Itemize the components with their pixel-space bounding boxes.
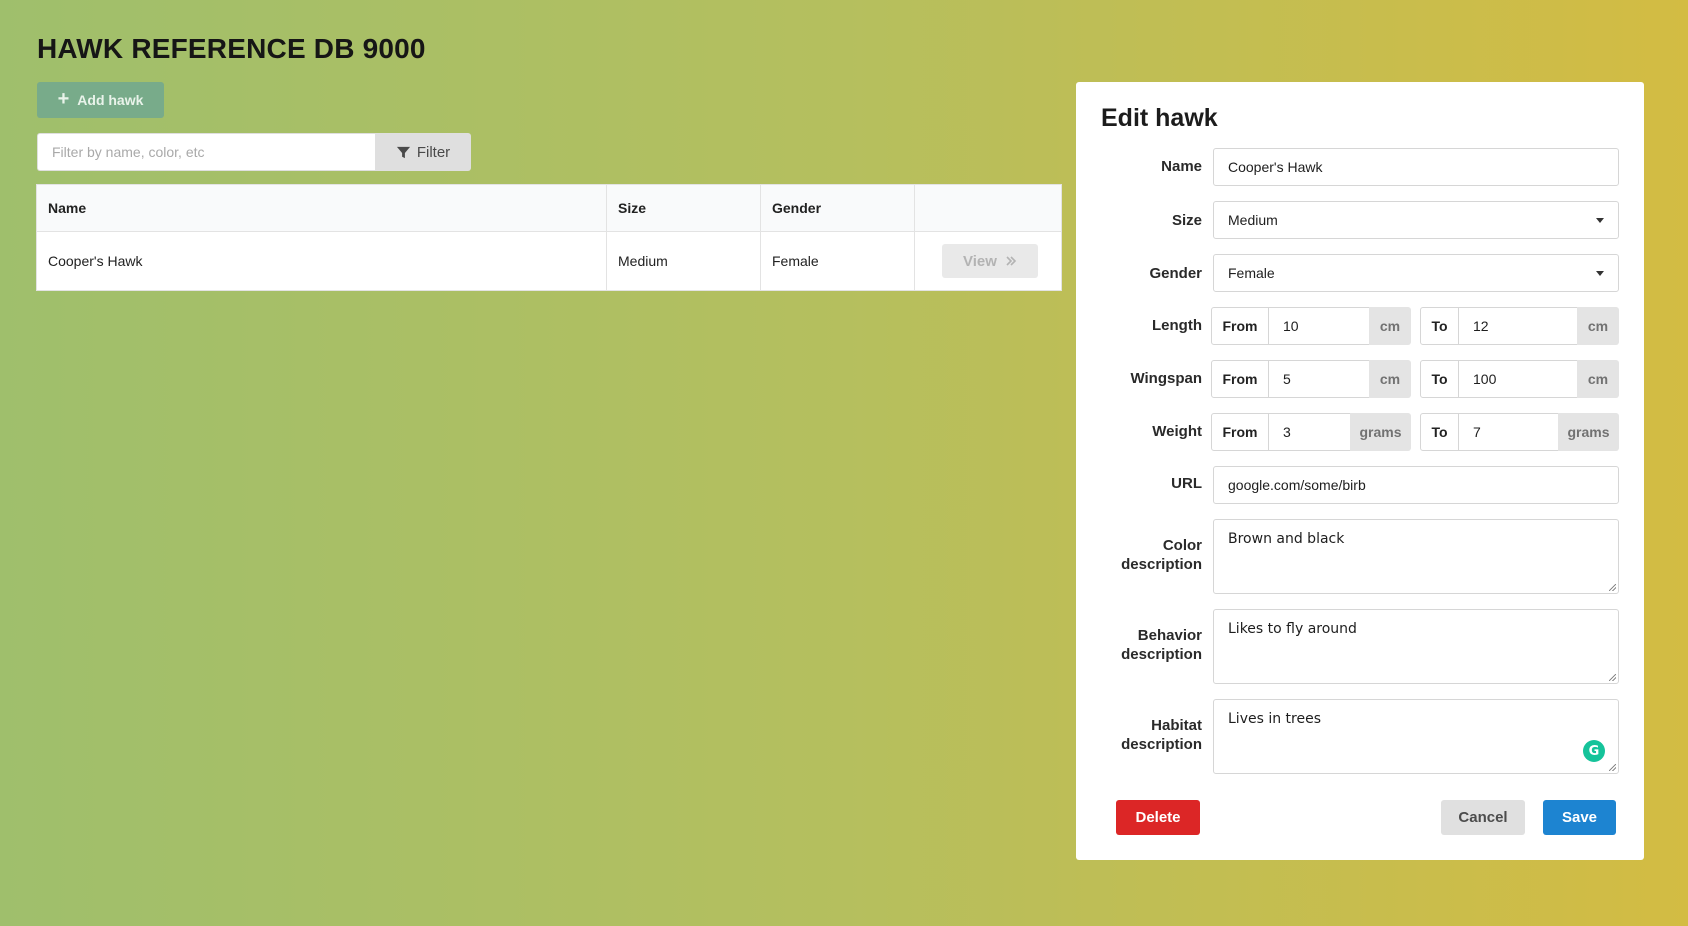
wingspan-from-input[interactable]: 5 <box>1269 360 1369 398</box>
wingspan-from-label: From <box>1211 360 1269 398</box>
view-button[interactable]: View <box>942 244 1038 278</box>
funnel-icon <box>396 146 410 158</box>
column-header-name: Name <box>37 185 607 232</box>
length-to-group: To 12 cm <box>1420 307 1619 345</box>
habitat-label-line2: description <box>1121 736 1202 753</box>
column-header-actions <box>914 185 1061 232</box>
behavior-description-textarea[interactable]: Likes to fly around <box>1213 609 1619 684</box>
plus-icon: + <box>57 88 70 110</box>
add-hawk-button[interactable]: + Add hawk <box>37 82 164 118</box>
weight-to-group: To 7 grams <box>1420 413 1619 451</box>
behavior-description-label: Behavior description <box>1121 626 1202 664</box>
name-input[interactable]: Cooper's Hawk <box>1213 148 1619 186</box>
page-title: HAWK REFERENCE DB 9000 <box>37 33 426 64</box>
weight-from-input[interactable]: 3 <box>1269 413 1350 451</box>
color-description-label: Color description <box>1121 536 1202 574</box>
weight-from-unit: grams <box>1350 413 1411 451</box>
double-chevron-right-icon <box>1006 256 1017 266</box>
filter-button-label: Filter <box>416 143 451 161</box>
size-select[interactable]: Medium <box>1213 201 1619 239</box>
cell-gender: Female <box>760 231 915 290</box>
resize-handle-icon[interactable] <box>1609 764 1616 771</box>
behavior-description-value: Likes to fly around <box>1228 621 1357 637</box>
url-label: URL <box>1171 475 1202 492</box>
color-description-value: Brown and black <box>1228 531 1345 547</box>
color-description-textarea[interactable]: Brown and black <box>1213 519 1619 594</box>
filter-bar: Filter <box>37 133 471 171</box>
filter-input[interactable] <box>37 133 375 171</box>
length-to-label: To <box>1420 307 1459 345</box>
wingspan-label: Wingspan <box>1130 370 1202 387</box>
hawk-table: Name Size Gender Cooper's Hawk Medium Fe… <box>37 185 1061 290</box>
length-from-unit: cm <box>1369 307 1411 345</box>
wingspan-from-unit: cm <box>1369 360 1411 398</box>
delete-button[interactable]: Delete <box>1116 800 1200 835</box>
habitat-description-label: Habitat description <box>1121 716 1202 754</box>
url-input[interactable]: google.com/some/birb <box>1213 466 1619 504</box>
column-header-size: Size <box>606 185 761 232</box>
caret-down-icon <box>1596 270 1604 276</box>
resize-handle-icon[interactable] <box>1609 674 1616 681</box>
weight-from-label: From <box>1211 413 1269 451</box>
caret-down-icon <box>1596 217 1604 223</box>
behavior-label-line1: Behavior <box>1137 627 1202 644</box>
wingspan-from-group: From 5 cm <box>1211 360 1411 398</box>
habitat-label-line1: Habitat <box>1151 717 1202 734</box>
length-from-label: From <box>1211 307 1269 345</box>
wingspan-to-unit: cm <box>1577 360 1619 398</box>
weight-to-label: To <box>1420 413 1459 451</box>
size-select-value: Medium <box>1228 212 1278 228</box>
weight-to-input[interactable]: 7 <box>1459 413 1558 451</box>
length-to-input[interactable]: 12 <box>1459 307 1577 345</box>
habitat-description-value: Lives in trees <box>1228 711 1322 727</box>
length-from-group: From 10 cm <box>1211 307 1411 345</box>
size-label: Size <box>1171 212 1202 229</box>
weight-label: Weight <box>1152 423 1202 440</box>
table-header-row: Name Size Gender <box>37 185 1061 232</box>
wingspan-to-label: To <box>1420 360 1459 398</box>
table-row: Cooper's Hawk Medium Female View <box>37 231 1061 290</box>
behavior-label-line2: description <box>1121 646 1202 663</box>
edit-panel-title: Edit hawk <box>1101 104 1218 132</box>
view-button-label: View <box>963 252 997 270</box>
wingspan-to-input[interactable]: 100 <box>1459 360 1577 398</box>
add-hawk-label: Add hawk <box>77 92 144 108</box>
wingspan-to-group: To 100 cm <box>1420 360 1619 398</box>
cell-size: Medium <box>606 231 761 290</box>
gender-select-value: Female <box>1228 265 1275 281</box>
edit-hawk-panel: Edit hawk Name Cooper's Hawk Size Medium… <box>1076 82 1644 860</box>
color-label-line1: Color <box>1162 537 1202 554</box>
name-label: Name <box>1161 158 1202 175</box>
column-header-gender: Gender <box>760 185 915 232</box>
resize-handle-icon[interactable] <box>1609 584 1616 591</box>
save-button[interactable]: Save <box>1543 800 1616 835</box>
filter-button[interactable]: Filter <box>375 133 471 171</box>
color-label-line2: description <box>1121 556 1202 573</box>
cell-name: Cooper's Hawk <box>48 253 143 269</box>
gender-label: Gender <box>1149 265 1202 282</box>
grammarly-icon[interactable]: G <box>1583 740 1605 762</box>
weight-to-unit: grams <box>1558 413 1619 451</box>
length-label: Length <box>1152 317 1202 334</box>
cancel-button[interactable]: Cancel <box>1441 800 1525 835</box>
weight-from-group: From 3 grams <box>1211 413 1411 451</box>
habitat-description-textarea[interactable]: Lives in trees G <box>1213 699 1619 774</box>
gender-select[interactable]: Female <box>1213 254 1619 292</box>
length-from-input[interactable]: 10 <box>1269 307 1369 345</box>
length-to-unit: cm <box>1577 307 1619 345</box>
cell-actions: View <box>914 231 1061 290</box>
